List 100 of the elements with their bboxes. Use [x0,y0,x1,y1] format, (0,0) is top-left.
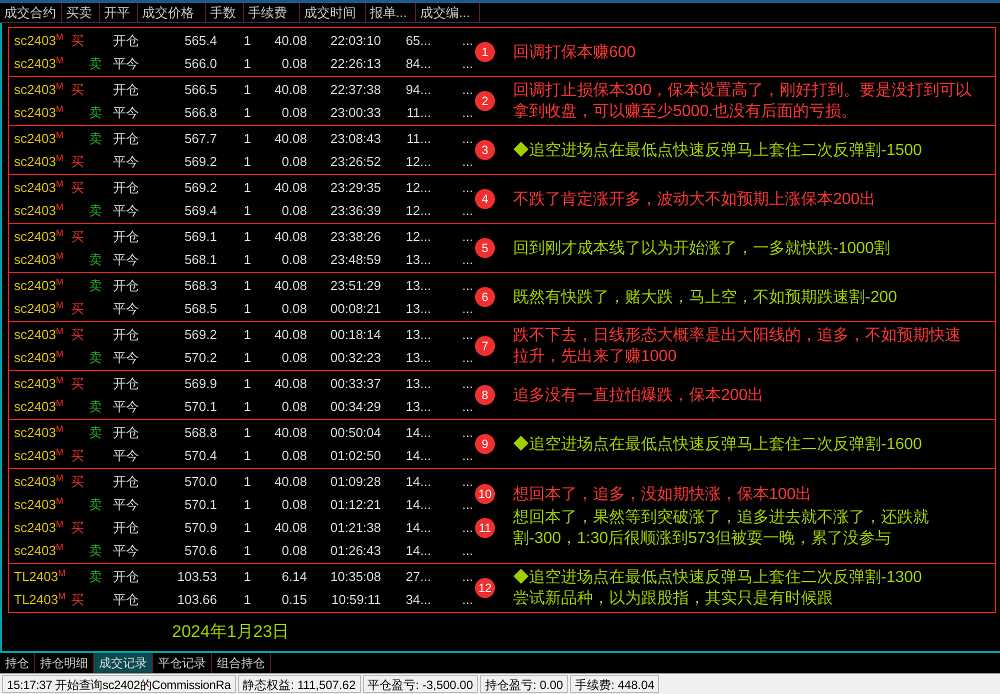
price-cell-text: 568.8 [183,424,217,442]
order-cell-text: 13... [404,374,431,393]
offset-cell-text: 开仓 [113,374,140,393]
order-cell-text: 13... [404,348,431,367]
number-badge: 2 [475,91,495,111]
side-cell-text: 买 [70,178,85,197]
offset-cell-text: 平今 [113,152,140,171]
date-text: 2024年1月23日 [172,621,290,644]
time-cell-text: 00:18:14 [329,326,381,344]
column-header[interactable]: 买卖 [62,3,100,22]
side-cell-text: 卖 [88,542,103,560]
note-text: 想回本了，果然等到突破涨了，追多进去就不涨了，还跌就割-300，1:30后很顺涨到573但被耍一晚，累了没参与 [513,508,930,548]
column-header[interactable]: 成交价格 [138,3,206,22]
quantity-cell-text: 1 [242,104,251,122]
contract-cell-text: TL2403$^{M}$ [13,590,67,609]
time-cell-text: 01:02:50 [329,446,381,465]
side-cell-text: 卖 [88,348,103,367]
time-cell-text: 23:51:29 [329,276,381,295]
order-cell-text: 13... [404,276,431,295]
contract-cell-text: sc2403$^{M}$ [13,178,64,197]
time-cell-text: 01:21:38 [329,518,381,537]
contract-cell-text: sc2403$^{M}$ [13,397,64,416]
offset-cell-text: 平今 [113,300,140,318]
order-cell-text: 14... [404,446,431,465]
time-cell-text: 00:32:23 [329,348,381,367]
quantity-cell-text: 1 [242,152,251,171]
order-cell-text: 11... [406,130,431,148]
price-cell-text: 570.2 [183,348,217,367]
time-cell-text: 10:59:11 [330,590,381,609]
price-cell-text: 569.4 [183,202,217,220]
note-text: 回调打止损保本300，保本设置高了，刚好打到。要是没打到可以拿到收盘，可以赚至少5000.也没有后面的亏损。 [513,80,973,122]
tab[interactable]: 成交记录 [94,653,153,673]
offset-cell-text: 平今 [113,348,140,367]
time-cell-text: 23:48:59 [329,250,381,269]
price-cell-text: 570.1 [183,496,217,514]
offset-cell-text: 平今 [113,202,140,220]
order-cell-text: 13... [404,398,431,416]
status-field: 手续费: 448.04 [570,675,660,693]
column-header[interactable]: 成交时间 [300,3,366,22]
number-badge: 12 [475,578,495,598]
trade-number-cell-text: ... [461,398,473,416]
column-header[interactable]: 开平 [100,3,138,22]
offset-cell-text: 开仓 [113,130,140,148]
fee-cell-text: 0.08 [280,250,307,269]
side-cell-text: 买 [70,228,85,246]
trade-number-cell-text: ... [461,374,473,393]
fee-cell-text: 40.08 [273,518,307,537]
side-cell-text: 买 [70,518,85,537]
fee-cell-text: 0.08 [280,104,307,122]
trade-number-cell-text: ... [461,54,473,73]
status-field: 平仓盈亏: -3,500.00 [362,675,478,693]
quantity-cell-text: 1 [242,250,251,269]
quantity-cell-text: 1 [242,496,251,514]
contract-cell-text: sc2403$^{M}$ [13,325,64,344]
fee-cell-text: 0.08 [280,496,307,514]
fee-cell-text: 0.08 [280,348,307,367]
note-text: 回调打保本赚600 [513,42,637,62]
number-badge: 9 [475,434,495,454]
number-badge: 5 [475,238,495,258]
trade-number-cell-text: ... [461,568,473,586]
column-header[interactable]: 成交编... [416,3,480,22]
fee-cell-text: 40.08 [273,276,307,295]
note-text: 不跌了肯定涨开多，波动大不如预期上涨保本200出 [513,190,877,210]
price-cell-text: 566.8 [183,104,217,122]
column-header[interactable]: 手数 [206,3,244,22]
price-cell-text: 569.2 [183,152,217,171]
quantity-cell-text: 1 [242,542,251,560]
order-cell-text: 65... [404,32,431,50]
note-text: 想回本了，追多，没如期快涨，保本100出 [513,484,813,504]
offset-cell-text: 开仓 [113,568,140,586]
column-header[interactable]: 手续费 [244,3,300,22]
column-header[interactable]: 成交合约 [0,3,62,22]
price-cell-text: 566.5 [183,80,217,99]
trade-number-cell-text: ... [461,446,473,465]
offset-cell-text: 开仓 [113,326,140,344]
time-cell-text: 22:37:38 [329,80,381,99]
offset-cell-text: 平今 [113,54,140,73]
time-cell-text: 23:00:33 [329,104,381,122]
trade-number-cell-text: ... [461,496,473,514]
offset-cell-text: 开仓 [113,178,140,197]
status-field: 15:17:37 开始查询sc2402的CommissionRa [2,675,236,693]
status-field: 静态权益: 111,507.62 [238,675,361,693]
note-text: 跌不下去，日线形态大概率是出大阳线的，追多，不如预期快速拉升，先出来了赚1000 [513,326,962,367]
trade-number-cell-text: ... [461,32,473,50]
side-cell-text: 卖 [88,104,103,122]
contract-cell-text: sc2403$^{M}$ [13,54,64,73]
fee-cell-text: 0.08 [280,446,307,465]
price-cell-text: 570.6 [183,542,217,560]
trade-number-cell-text: ... [461,518,473,537]
fee-cell-text: 40.08 [273,178,307,197]
side-cell-text: 卖 [88,202,103,220]
quantity-cell-text: 1 [242,32,251,50]
order-cell-text: 14... [404,472,431,491]
time-cell-text: 22:03:10 [329,32,381,50]
time-cell-text: 01:26:43 [329,542,381,560]
time-cell-text: 23:08:43 [329,130,381,148]
price-cell-text: 569.2 [183,326,217,344]
column-header[interactable]: 报单... [366,3,416,22]
offset-cell-text: 开仓 [113,518,140,537]
side-cell-text: 买 [70,472,85,491]
